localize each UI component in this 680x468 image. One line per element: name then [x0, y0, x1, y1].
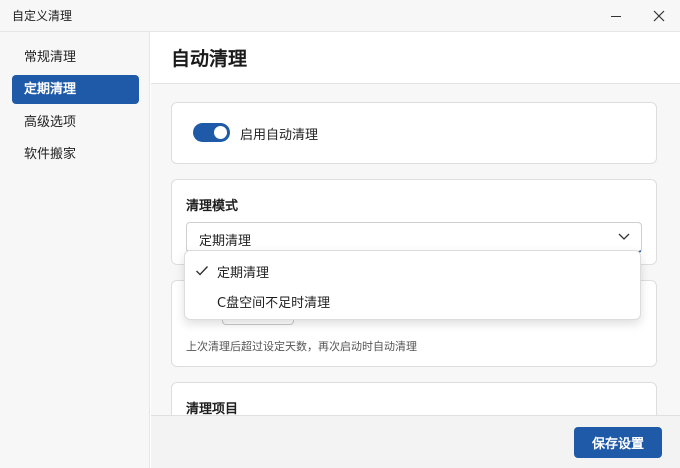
- clean-mode-title: 清理模式: [186, 199, 239, 214]
- minimize-button[interactable]: [594, 0, 638, 32]
- footer-bar: 保存设置: [151, 415, 680, 468]
- sidebar-item-general-clean[interactable]: 常规清理: [12, 43, 139, 72]
- dropdown-option-label: 定期清理: [217, 266, 270, 281]
- check-icon: [196, 266, 209, 276]
- auto-clean-toggle[interactable]: [193, 123, 230, 142]
- auto-clean-card: 启用自动清理: [171, 102, 657, 164]
- auto-clean-label: 启用自动清理: [240, 128, 319, 143]
- dropdown-option-label: C盘空间不足时清理: [217, 296, 331, 311]
- schedule-hint: 上次清理后超过设定天数，再次启动时自动清理: [186, 340, 417, 353]
- close-icon: [653, 10, 665, 22]
- save-settings-button[interactable]: 保存设置: [574, 427, 662, 458]
- clean-mode-dropdown: 定期清理 C盘空间不足时清理: [184, 250, 641, 320]
- dropdown-option-scheduled[interactable]: 定期清理: [185, 256, 640, 286]
- page-header: 自动清理: [151, 32, 680, 84]
- close-button[interactable]: [637, 0, 680, 32]
- sidebar: 常规清理 定期清理 高级选项 软件搬家: [0, 32, 150, 468]
- sidebar-item-software-move[interactable]: 软件搬家: [12, 140, 139, 169]
- chevron-down-icon: [618, 233, 630, 240]
- toggle-knob: [214, 126, 227, 139]
- clean-mode-select[interactable]: 定期清理: [186, 222, 642, 253]
- window-title: 自定义清理: [12, 9, 73, 23]
- sidebar-item-scheduled-clean[interactable]: 定期清理: [12, 75, 139, 104]
- page-title: 自动清理: [171, 48, 248, 70]
- sidebar-item-advanced-options[interactable]: 高级选项: [12, 108, 139, 137]
- minimize-icon: [611, 16, 621, 17]
- title-bar: 自定义清理: [0, 0, 680, 32]
- dropdown-option-low-space[interactable]: C盘空间不足时清理: [185, 286, 640, 316]
- clean-mode-selected-value: 定期清理: [199, 234, 252, 249]
